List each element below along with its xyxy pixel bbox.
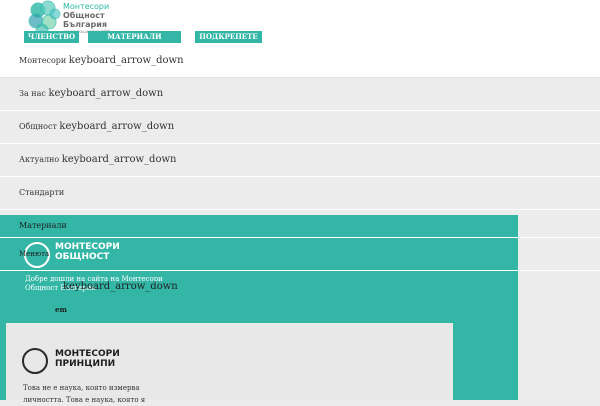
keyboard-arrow-down-icon[interactable]: keyboard_arrow_down xyxy=(48,88,163,99)
support-label: ПОДКРЕПЕТЕ xyxy=(199,32,258,41)
section2-title-line1: МОНТЕСОРИ xyxy=(55,349,120,359)
section1-title-line1: МОНТЕСОРИ xyxy=(55,242,120,252)
menu-item-news[interactable]: Актуално keyboard_arrow_down xyxy=(0,143,600,177)
menu-item-label: За нас xyxy=(19,89,46,98)
brand-line3: България xyxy=(63,20,108,29)
principles-text: Това не е наука, която измерва личността… xyxy=(23,384,146,404)
menu-item-label: Монтесори xyxy=(19,56,67,65)
keyboard-arrow-down-icon[interactable]: keyboard_arrow_down xyxy=(63,281,178,292)
menu-fragment: Менюта xyxy=(19,250,50,258)
section-title-community: МОНТЕСОРИ ОБЩНОСТ xyxy=(55,242,120,262)
menu-item-label: Общност xyxy=(19,122,57,131)
divider xyxy=(0,237,600,238)
keyboard-arrow-down-icon[interactable]: keyboard_arrow_down xyxy=(62,154,177,165)
menu-item-label: Актуално xyxy=(19,155,60,164)
menu-item-standards[interactable]: Стандарти xyxy=(0,176,600,210)
section2-title-line2: ПРИНЦИПИ xyxy=(55,359,116,369)
materials-button[interactable]: МАТЕРИАЛИ double_arrow xyxy=(88,31,181,53)
divider xyxy=(0,270,600,271)
menu-item-label: Материали xyxy=(19,221,67,230)
circle-icon xyxy=(22,348,48,374)
em-fragment: em xyxy=(55,305,67,314)
section1-title-line2: ОБЩНОСТ xyxy=(55,252,110,262)
materials-label: МАТЕРИАЛИ xyxy=(107,32,162,41)
brand-line1: Монтесори xyxy=(63,2,110,11)
membership-button[interactable]: ЧЛЕНСТВО xyxy=(24,31,79,43)
brand-line2: Общност xyxy=(63,11,105,20)
membership-label: ЧЛЕНСТВО xyxy=(27,32,76,41)
keyboard-arrow-down-icon[interactable]: keyboard_arrow_down xyxy=(69,55,184,66)
menu-item-label: Стандарти xyxy=(19,188,65,197)
section-title-principles: МОНТЕСОРИ ПРИНЦИПИ xyxy=(55,349,120,369)
menu-item-montessori[interactable]: Монтесори keyboard_arrow_down xyxy=(0,44,600,78)
menu-item-community[interactable]: Общност keyboard_arrow_down xyxy=(0,110,600,144)
site-header: Монтесори Общност България asociaсиация … xyxy=(0,0,600,53)
keyboard-arrow-down-icon[interactable]: keyboard_arrow_down xyxy=(59,121,174,132)
menu-item-about[interactable]: За нас keyboard_arrow_down xyxy=(0,77,600,111)
support-button[interactable]: ПОДКРЕПЕТЕ xyxy=(195,31,262,43)
